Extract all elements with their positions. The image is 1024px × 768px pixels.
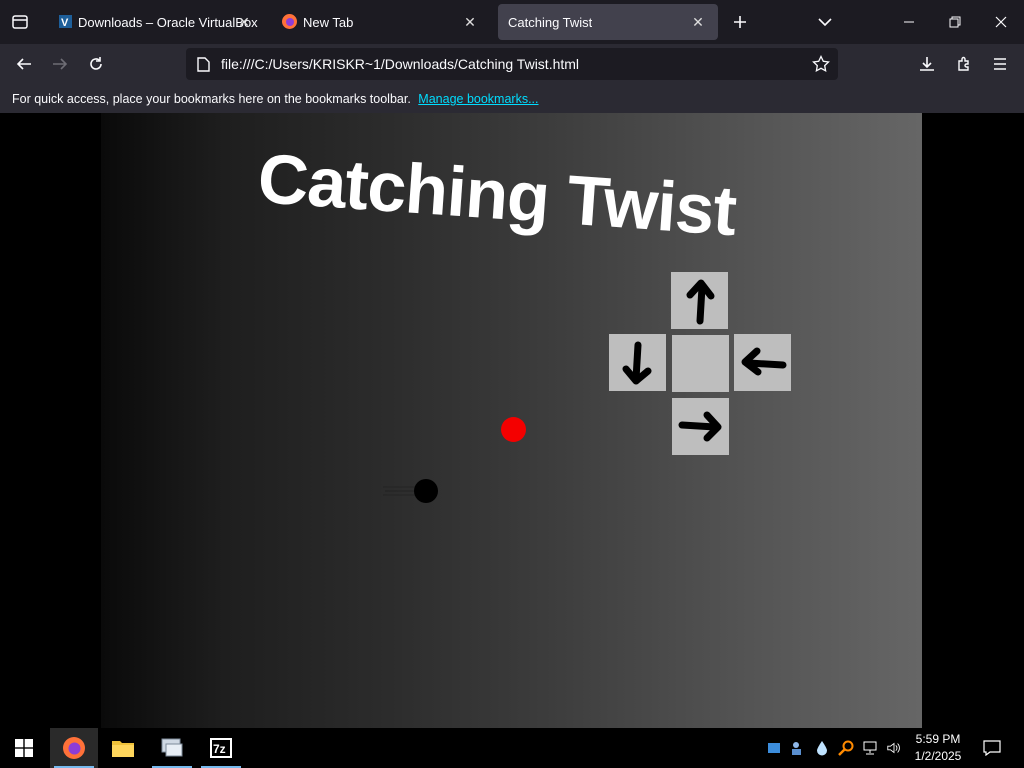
back-arrow-icon [16, 58, 31, 70]
puzzle-icon [958, 56, 969, 71]
reload-icon [90, 57, 102, 70]
taskbar-file-explorer[interactable] [99, 728, 147, 768]
reload-button[interactable] [81, 49, 111, 79]
firefox-view-icon [12, 15, 28, 29]
restore-icon [949, 16, 961, 28]
arrow-right-icon [678, 411, 721, 441]
taskbar-firefox[interactable] [50, 728, 98, 768]
close-icon [995, 16, 1007, 28]
7zip-icon: 7z [210, 738, 232, 758]
virtualbox-icon: V [59, 15, 72, 29]
chevron-down-icon [818, 18, 832, 27]
list-all-tabs-button[interactable] [810, 7, 840, 37]
bookmark-star-icon[interactable] [812, 55, 830, 73]
game-title: Catching Twist [255, 138, 739, 251]
arrow-left-icon [741, 347, 786, 375]
close-tab-icon[interactable]: ✕ [234, 12, 254, 32]
file-explorer-icon [112, 741, 134, 757]
control-tile-bottom[interactable] [672, 398, 729, 455]
taskbar: 7z 5:59 PM 1/2/2025 [0, 728, 1024, 768]
tab-catching-twist[interactable]: Catching Twist ✕ [498, 4, 718, 40]
windows-start-icon [15, 739, 33, 757]
tray-network-icon[interactable] [862, 739, 878, 757]
hamburger-menu-icon [994, 58, 1006, 70]
svg-text:V: V [61, 17, 69, 29]
page-icon [197, 57, 210, 72]
taskbar-clock[interactable]: 5:59 PM 1/2/2025 [912, 731, 964, 765]
game-canvas[interactable]: Catching Twist [101, 113, 922, 728]
tab-downloads-virtualbox[interactable]: V Downloads – Oracle VirtualBox ✕ [48, 4, 264, 40]
download-icon [920, 57, 934, 71]
taskbar-7zip[interactable]: 7z [197, 728, 245, 768]
firefox-icon [63, 737, 85, 759]
tab-title: Downloads – Oracle VirtualBox [78, 14, 258, 30]
tray-users-icon[interactable] [790, 739, 806, 757]
navigation-toolbar: file:///C:/Users/KRISKR~1/Downloads/Catc… [0, 44, 1024, 84]
tray-search-icon[interactable] [838, 739, 854, 757]
close-tab-icon[interactable]: ✕ [688, 12, 708, 32]
tray-volume-icon[interactable] [886, 739, 902, 757]
action-center-icon[interactable] [982, 739, 1002, 757]
tab-title: New Tab [303, 14, 354, 30]
tab-new-tab[interactable]: New Tab ✕ [272, 4, 490, 40]
new-tab-button[interactable] [725, 7, 755, 37]
target-dot [501, 417, 526, 442]
minimize-icon [904, 21, 914, 23]
clock-time: 5:59 PM [915, 732, 961, 746]
url-bar[interactable]: file:///C:/Users/KRISKR~1/Downloads/Catc… [186, 48, 838, 80]
minimize-button[interactable] [886, 0, 932, 44]
control-tile-right[interactable] [734, 334, 791, 391]
ball [414, 479, 438, 503]
taskbar-control-panel[interactable] [148, 728, 196, 768]
control-panel-icon [161, 738, 183, 757]
tab-title: Catching Twist [508, 14, 593, 30]
manage-bookmarks-link[interactable]: Manage bookmarks... [418, 92, 538, 106]
control-tile-left[interactable] [609, 334, 666, 391]
firefox-view-button[interactable] [5, 7, 35, 37]
tab-strip: V Downloads – Oracle VirtualBox ✕ New Ta… [0, 0, 1024, 44]
bookmarks-toolbar: For quick access, place your bookmarks h… [0, 84, 1024, 113]
back-button[interactable] [9, 49, 39, 79]
firefox-icon [282, 14, 297, 29]
close-tab-icon[interactable]: ✕ [460, 12, 480, 32]
arrow-down-icon [622, 341, 651, 384]
svg-text:7z: 7z [213, 742, 226, 756]
restore-button[interactable] [932, 0, 978, 44]
downloads-button[interactable] [912, 49, 942, 79]
forward-button[interactable] [45, 49, 75, 79]
bookmarks-message: For quick access, place your bookmarks h… [12, 92, 411, 106]
tray-drop-icon[interactable] [814, 739, 830, 757]
control-tile-top[interactable] [671, 272, 728, 329]
url-text: file:///C:/Users/KRISKR~1/Downloads/Catc… [221, 56, 580, 72]
plus-icon [734, 16, 746, 28]
clock-date: 1/2/2025 [914, 749, 962, 763]
start-button[interactable] [0, 728, 48, 768]
forward-arrow-icon [53, 58, 68, 70]
control-tile-center[interactable] [672, 335, 729, 392]
menu-button[interactable] [985, 49, 1015, 79]
page-content: Catching Twist [0, 113, 1024, 728]
close-window-button[interactable] [978, 0, 1024, 44]
tray-network-adapter-icon[interactable] [766, 739, 782, 757]
arrow-up-icon [686, 279, 714, 324]
extensions-button[interactable] [949, 49, 979, 79]
